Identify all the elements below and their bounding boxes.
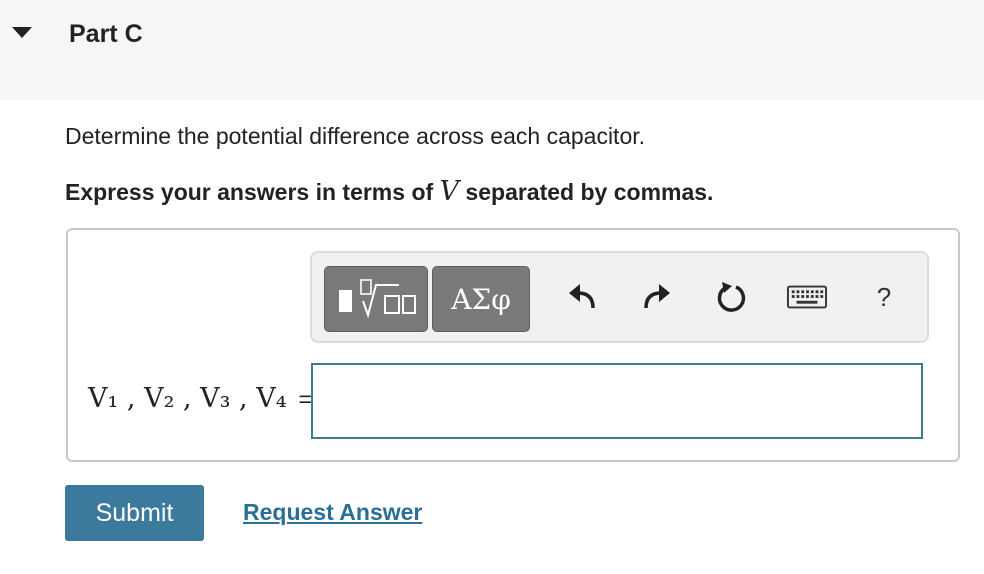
- redo-icon[interactable]: [637, 277, 677, 317]
- undo-icon[interactable]: [562, 277, 602, 317]
- part-header: Part C: [0, 0, 984, 100]
- submit-button[interactable]: Submit: [65, 485, 204, 541]
- keyboard-icon[interactable]: [787, 277, 827, 317]
- instruction-suffix: separated by commas.: [459, 179, 714, 205]
- instruction-prefix: Express your answers in terms of: [65, 179, 440, 205]
- answer-variables: V₁ , V₂ , V₃ , V₄: [88, 383, 287, 414]
- instruction-text: Express your answers in terms of V separ…: [65, 176, 713, 207]
- templates-button[interactable]: [324, 266, 428, 332]
- instruction-variable: V: [439, 176, 460, 207]
- symbols-button[interactable]: ΑΣφ: [432, 266, 530, 332]
- reset-icon[interactable]: [712, 277, 752, 317]
- part-title: Part C: [69, 20, 143, 48]
- templates-icon: [339, 279, 416, 319]
- request-answer-link[interactable]: Request Answer: [243, 499, 422, 526]
- answer-variables-label: V₁ , V₂ , V₃ , V₄ =: [88, 383, 312, 414]
- answer-input[interactable]: [311, 363, 923, 439]
- collapse-triangle-icon[interactable]: [12, 27, 32, 38]
- math-toolbar: ΑΣφ ?: [310, 251, 929, 343]
- question-text: Determine the potential difference acros…: [65, 123, 646, 149]
- equals-sign: =: [298, 386, 312, 412]
- help-icon[interactable]: ?: [864, 277, 904, 317]
